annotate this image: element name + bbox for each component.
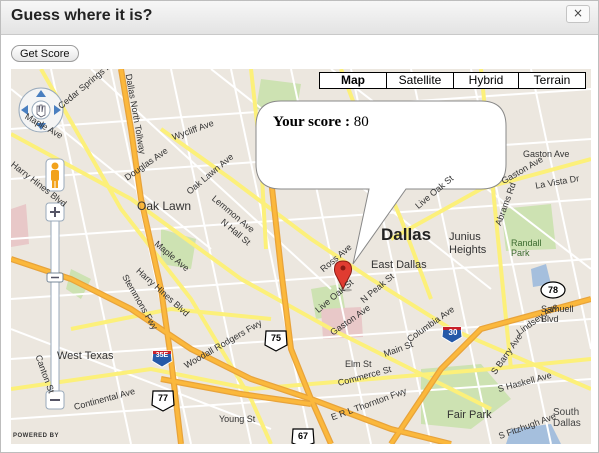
street-label: Young St bbox=[219, 414, 256, 424]
park-label: Fair Park bbox=[447, 409, 492, 421]
campus-area bbox=[11, 204, 29, 247]
map-type-satellite-button[interactable]: Satellite bbox=[386, 73, 453, 88]
route-label: 67 bbox=[297, 431, 308, 441]
street-label: Gaston Ave bbox=[523, 149, 570, 159]
neighborhood-label: East Dallas bbox=[371, 259, 427, 271]
neighborhood-label: West Texas bbox=[57, 350, 114, 362]
score-value: 80 bbox=[353, 114, 369, 130]
route-label: 30 bbox=[448, 328, 458, 337]
hand-icon bbox=[36, 104, 46, 118]
neighborhood-label: Junius Heights bbox=[449, 231, 487, 256]
map-type-hybrid-button[interactable]: Hybrid bbox=[453, 73, 518, 88]
dialog-window: Guess where it is? × Get Score Map Satel… bbox=[0, 0, 599, 453]
neighborhood-label: Oak Lawn bbox=[137, 199, 192, 213]
zoom-track bbox=[50, 220, 60, 392]
street-label: Elm St bbox=[345, 359, 372, 369]
map-type-control: Map Satellite Hybrid Terrain bbox=[319, 72, 586, 89]
park-label: Randall Park bbox=[511, 238, 542, 258]
score-label: Your score : bbox=[273, 114, 350, 130]
route-label: 35E bbox=[155, 352, 169, 359]
map-canvas[interactable]: Map Satellite Hybrid Terrain Your score … bbox=[11, 69, 591, 444]
city-label: Dallas bbox=[381, 225, 432, 244]
route-label: 75 bbox=[270, 333, 281, 343]
map-type-map-button[interactable]: Map bbox=[320, 73, 386, 88]
neighborhood-label: South Dallas bbox=[553, 407, 581, 429]
route-label: 78 bbox=[547, 285, 558, 295]
score-text: Your score : 80 bbox=[273, 114, 369, 131]
dialog-title: Guess where it is? bbox=[11, 7, 153, 24]
street-label: Samuell Blvd bbox=[541, 304, 574, 324]
close-button[interactable]: × bbox=[566, 5, 590, 23]
route-label: 77 bbox=[157, 393, 168, 403]
title-bar: Guess where it is? × bbox=[1, 1, 598, 35]
map-type-terrain-button[interactable]: Terrain bbox=[518, 73, 585, 88]
powered-by-label: POWERED BY bbox=[13, 433, 60, 439]
get-score-button[interactable]: Get Score bbox=[11, 45, 79, 62]
